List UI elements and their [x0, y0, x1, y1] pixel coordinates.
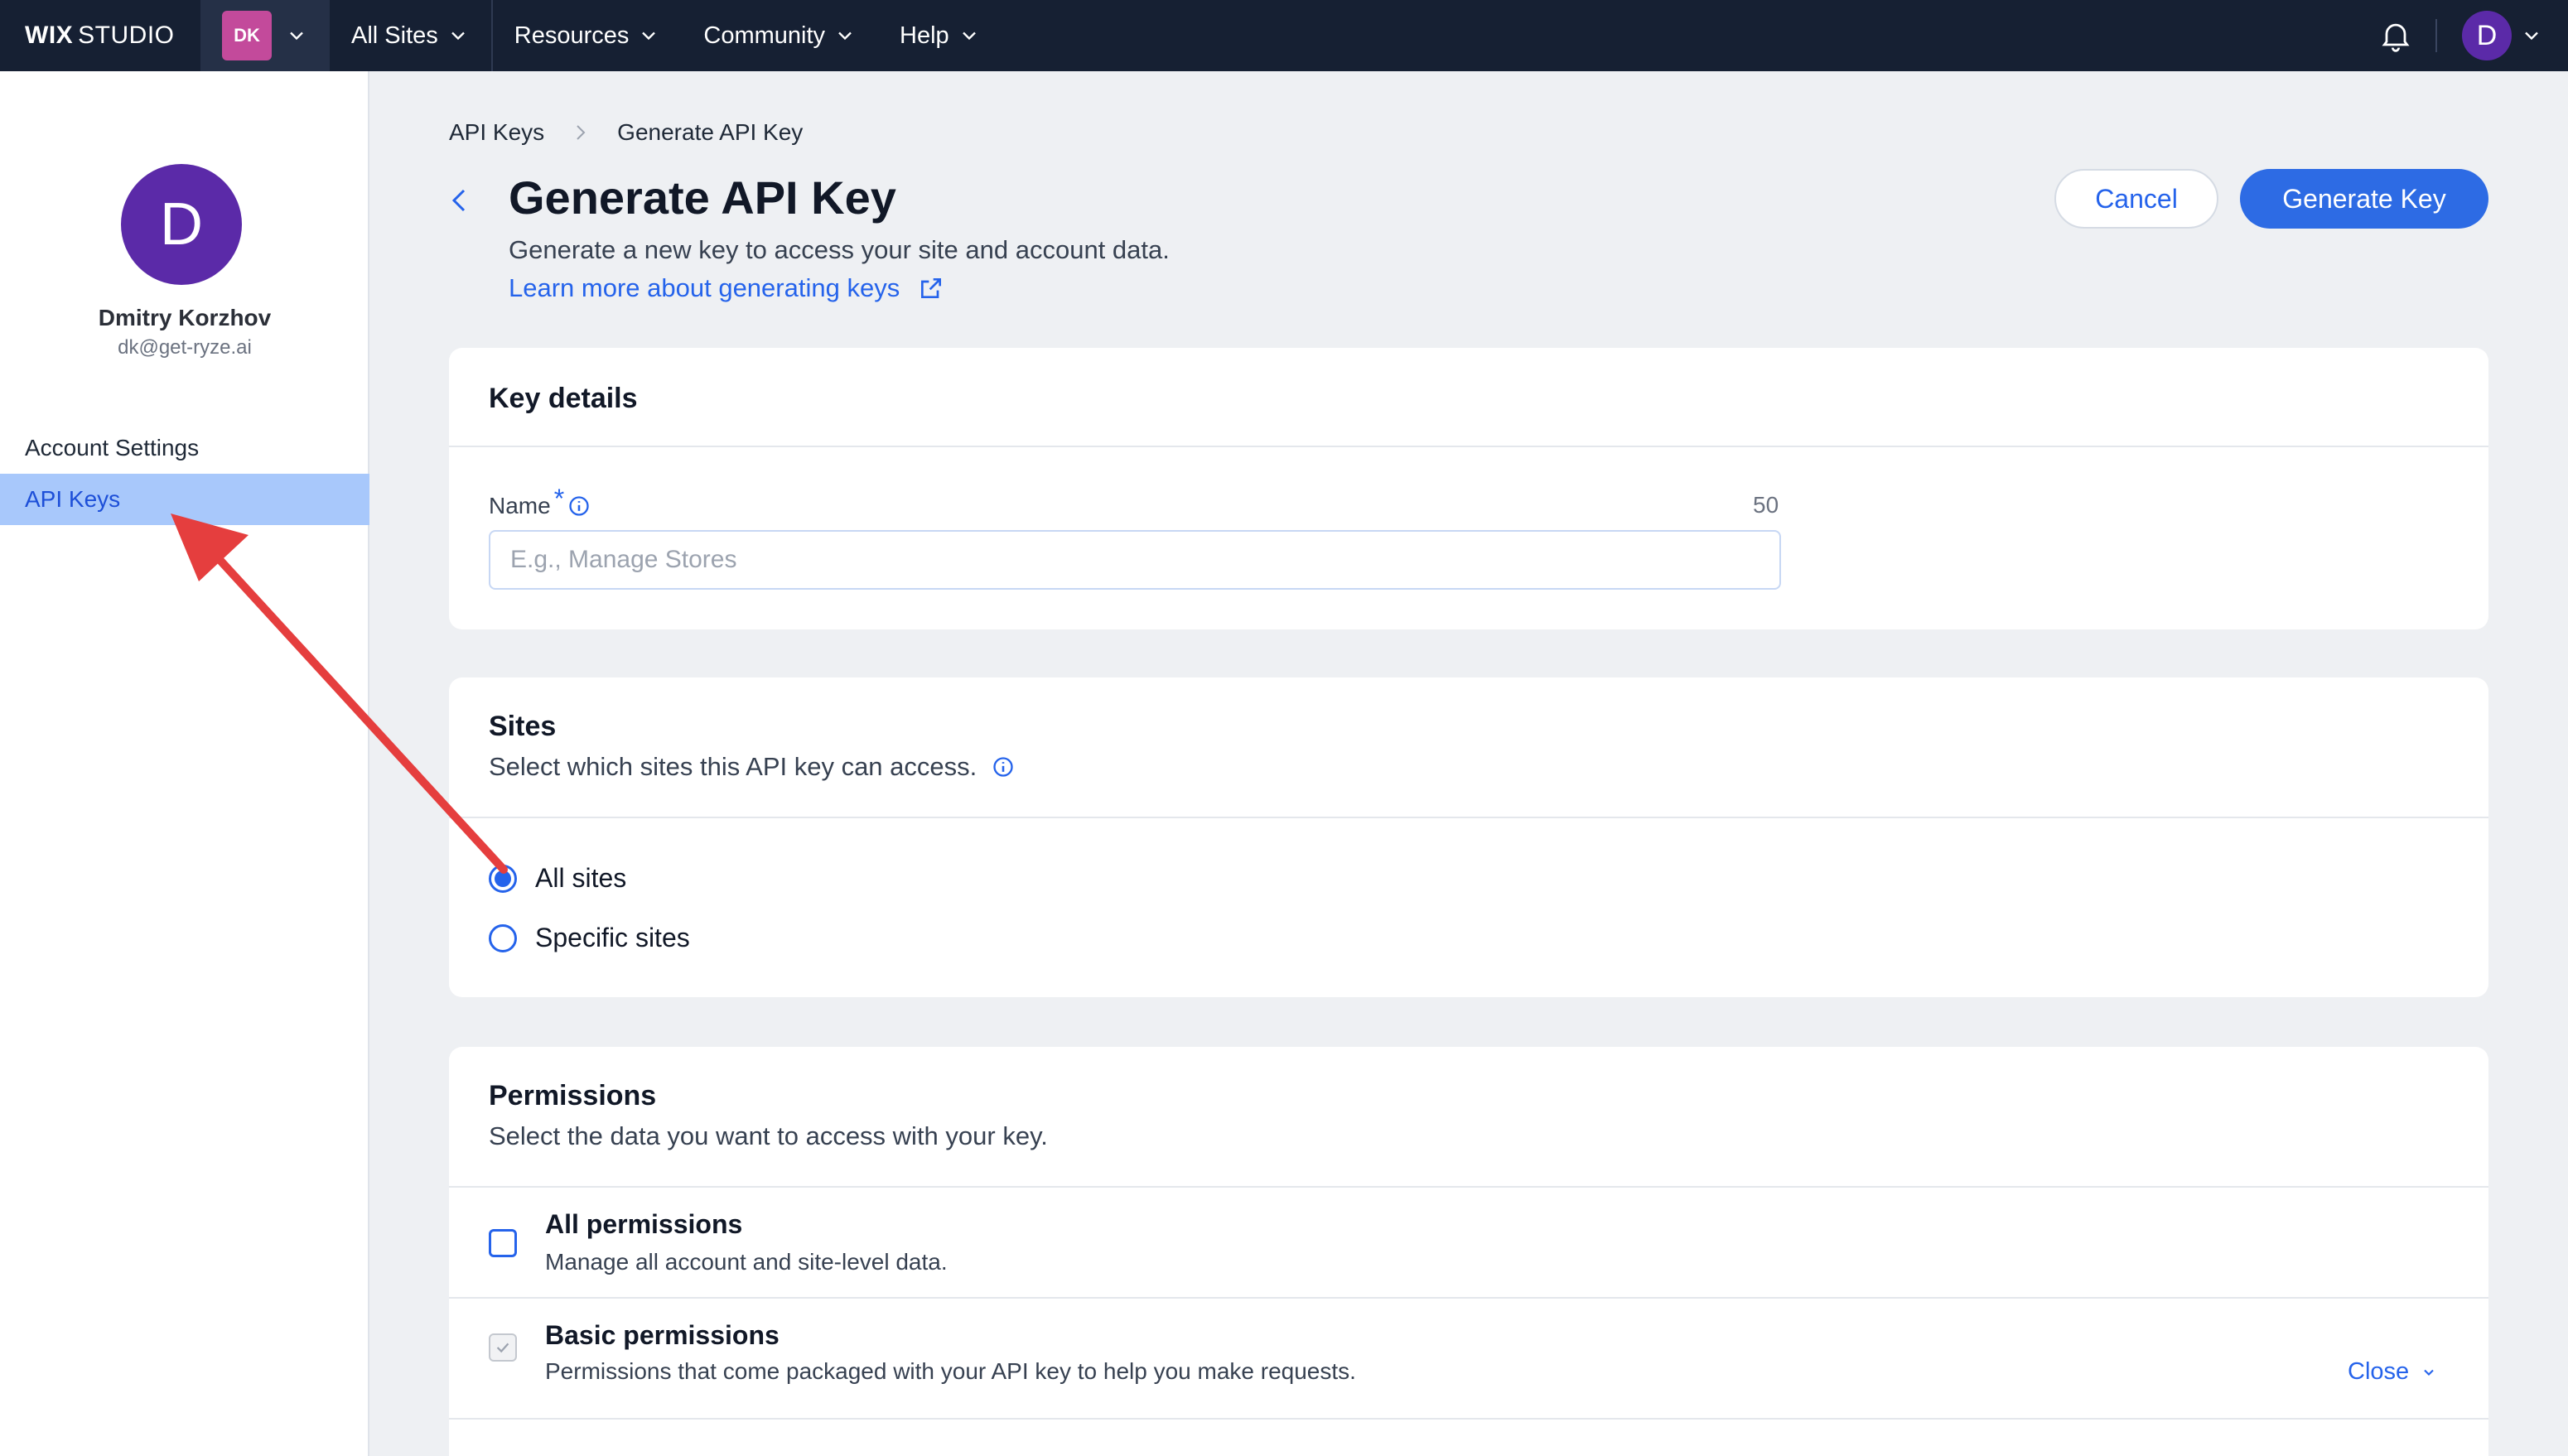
key-name-input[interactable]: [489, 530, 1781, 590]
nav-community[interactable]: Community: [682, 0, 878, 71]
sites-subtitle: Select which sites this API key can acce…: [489, 752, 1015, 782]
page-title: Generate API Key: [509, 171, 896, 224]
card-divider: [449, 446, 2488, 447]
workspace-badge: DK: [222, 11, 272, 60]
key-details-title: Key details: [489, 383, 638, 414]
learn-more-link[interactable]: Learn more about generating keys: [509, 273, 944, 303]
required-asterisk: *: [553, 484, 565, 513]
name-field-label: Name *: [489, 484, 591, 521]
chevron-down-icon[interactable]: [2520, 24, 2543, 47]
basic-permissions-checkbox: [489, 1333, 517, 1362]
sites-card: Sites Select which sites this API key ca…: [449, 677, 2488, 997]
permission-row-basic: Basic permissions Permissions that come …: [449, 1299, 2488, 1418]
page-subtitle: Generate a new key to access your site a…: [509, 235, 1170, 264]
top-right-divider: [2435, 19, 2437, 52]
check-icon: [496, 1343, 509, 1353]
profile-email: dk@get-ryze.ai: [118, 336, 252, 359]
top-right-controls: D: [2377, 0, 2568, 71]
sidebar: D Dmitry Korzhov dk@get-ryze.ai Account …: [0, 71, 369, 1456]
permission-row-all[interactable]: All permissions Manage all account and s…: [449, 1188, 2488, 1297]
top-bar: WIX STUDIO DK All Sites Resources Communi…: [0, 0, 2568, 71]
chevron-down-icon: [642, 31, 656, 41]
radio-button-checked[interactable]: [489, 864, 517, 893]
nav-resources[interactable]: Resources: [493, 0, 683, 71]
all-permissions-checkbox[interactable]: [489, 1229, 517, 1257]
nav-help[interactable]: Help: [878, 0, 1002, 71]
radio-all-sites[interactable]: All sites: [489, 863, 626, 894]
chevron-down-icon: [290, 31, 303, 41]
radio-specific-sites[interactable]: Specific sites: [489, 923, 690, 953]
chevron-down-icon: [962, 31, 976, 41]
permissions-title: Permissions: [489, 1080, 657, 1111]
sidebar-item-api-keys[interactable]: API Keys: [0, 474, 369, 525]
permissions-card: Permissions Select the data you want to …: [449, 1047, 2488, 1456]
chevron-down-icon: [2424, 1369, 2434, 1376]
info-icon[interactable]: [567, 494, 591, 518]
radio-button[interactable]: [489, 923, 517, 952]
breadcrumb-api-keys[interactable]: API Keys: [449, 119, 544, 146]
permissions-subtitle: Select the data you want to access with …: [489, 1121, 1048, 1150]
nav-all-sites[interactable]: All Sites: [330, 0, 491, 71]
workspace-switcher[interactable]: DK: [200, 0, 330, 71]
breadcrumb: API Keys Generate API Key: [449, 119, 803, 146]
external-link-icon: [921, 278, 942, 298]
profile-avatar: D: [121, 164, 242, 285]
bell-icon[interactable]: [2377, 17, 2414, 54]
back-arrow-icon[interactable]: [447, 184, 471, 217]
card-divider: [449, 817, 2488, 818]
chevron-right-icon: [577, 125, 586, 140]
breadcrumb-current: Generate API Key: [617, 119, 804, 145]
generate-key-button[interactable]: Generate Key: [2240, 169, 2488, 229]
info-icon[interactable]: [992, 755, 1015, 779]
wix-studio-logo[interactable]: WIX STUDIO: [0, 0, 200, 71]
row-divider: [449, 1418, 2488, 1420]
user-avatar[interactable]: D: [2462, 11, 2512, 60]
profile-name: Dmitry Korzhov: [98, 305, 272, 330]
key-details-card: Key details Name * 50: [449, 348, 2488, 629]
cancel-button[interactable]: Cancel: [2054, 169, 2218, 229]
chevron-down-icon: [451, 31, 465, 41]
sidebar-item-account-settings[interactable]: Account Settings: [0, 422, 369, 474]
sites-title: Sites: [489, 711, 557, 742]
chevron-down-icon: [838, 31, 852, 41]
close-toggle[interactable]: Close: [2348, 1358, 2437, 1386]
character-limit: 50: [1753, 492, 1779, 518]
